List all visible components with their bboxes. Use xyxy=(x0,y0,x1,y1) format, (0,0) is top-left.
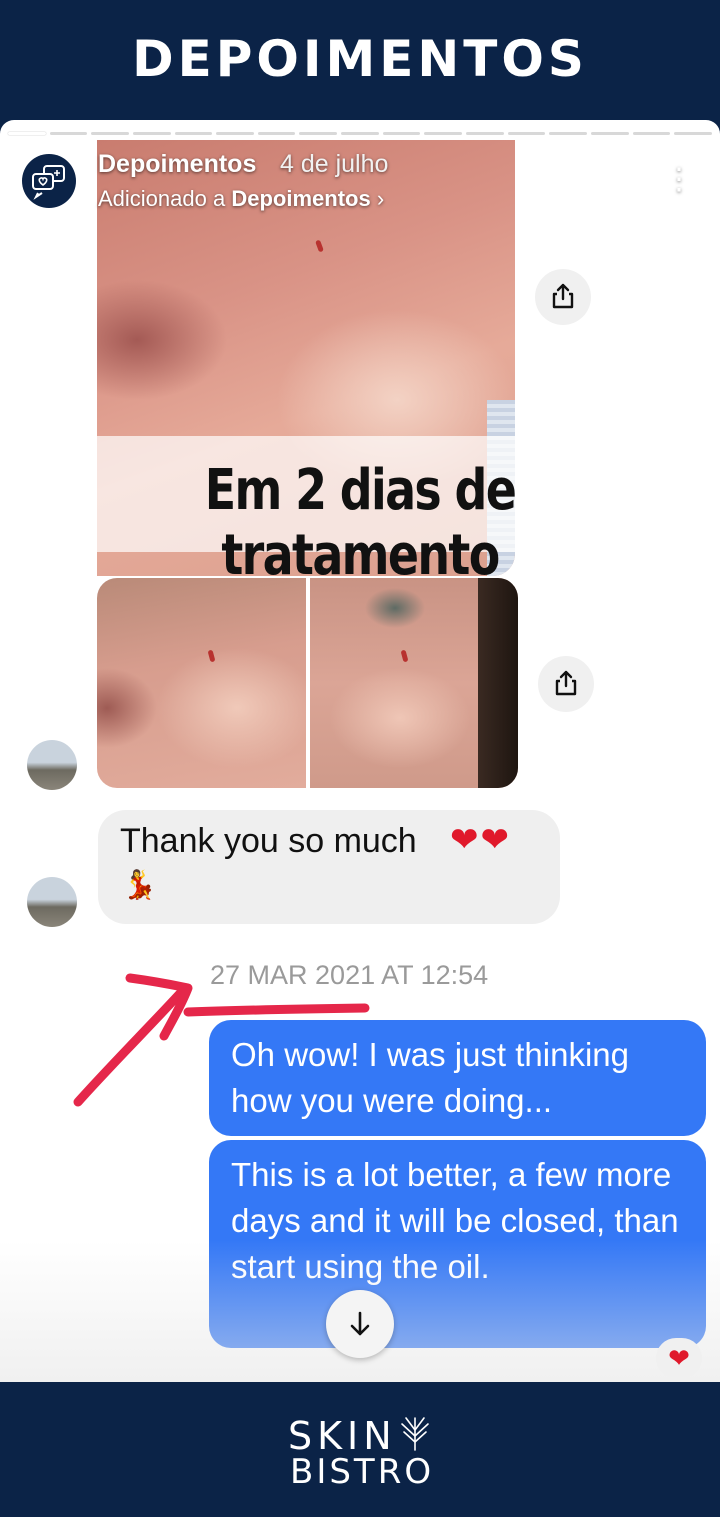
progress-segment xyxy=(8,132,46,135)
sender-avatar[interactable] xyxy=(27,877,77,927)
scroll-down-button[interactable] xyxy=(326,1290,394,1358)
dancer-emoji: 💃 xyxy=(122,869,157,900)
chat-photo-before[interactable] xyxy=(97,578,306,788)
brand-line2: BISTRO xyxy=(290,1452,435,1492)
share-icon xyxy=(552,283,574,309)
progress-segment xyxy=(632,132,671,135)
progress-segment xyxy=(549,132,587,135)
more-vertical-icon[interactable]: ⋮ xyxy=(664,160,694,200)
heart-icon: ❤ xyxy=(656,1338,702,1378)
added-target: Depoimentos xyxy=(231,186,371,211)
story-avatar[interactable] xyxy=(22,154,76,208)
added-prefix: Adicionado a xyxy=(98,186,226,211)
wound-mark xyxy=(207,649,216,663)
progress-segment xyxy=(257,132,296,135)
incoming-message-text: Thank you so much xyxy=(120,822,417,860)
share-button[interactable] xyxy=(535,269,591,325)
progress-segment xyxy=(216,132,254,135)
chat-hearts-logo-icon xyxy=(32,165,65,200)
story-username[interactable]: Depoimentos xyxy=(98,150,256,179)
progress-segment xyxy=(424,132,463,135)
share-button[interactable] xyxy=(538,656,594,712)
story-viewer: Depoimentos 4 de julho Adicionado a Depo… xyxy=(0,120,720,1382)
outgoing-message-bubble[interactable]: Oh wow! I was just thinking how you were… xyxy=(209,1020,706,1136)
progress-segment xyxy=(49,132,88,135)
progress-segment xyxy=(299,132,338,135)
progress-segment xyxy=(174,132,213,135)
story-added-to-highlight[interactable]: Adicionado a Depoimentos › xyxy=(98,186,384,212)
progress-segment xyxy=(91,132,129,135)
progress-segment xyxy=(466,132,504,135)
progress-segment xyxy=(132,132,171,135)
heart-icon: ❤❤ xyxy=(450,821,511,859)
progress-segment xyxy=(674,132,712,135)
photo-hair xyxy=(478,578,518,788)
top-banner: DEPOIMENTOS xyxy=(0,0,720,120)
wound-mark xyxy=(315,239,324,253)
progress-segment xyxy=(507,132,546,135)
progress-segment xyxy=(382,132,421,135)
chat-photo-after[interactable] xyxy=(310,578,518,788)
progress-segment xyxy=(590,132,629,135)
story-overlay-text: Em 2 dias de tratamento xyxy=(204,458,517,588)
sender-avatar[interactable] xyxy=(27,740,77,790)
story-date: 4 de julho xyxy=(280,150,389,178)
arrow-down-icon xyxy=(350,1311,370,1336)
wound-mark xyxy=(400,649,409,663)
outgoing-message-bubble[interactable]: This is a lot better, a few more days an… xyxy=(209,1140,706,1348)
banner-title: DEPOIMENTOS xyxy=(132,30,588,88)
progress-segment xyxy=(341,132,379,135)
chevron-right-icon: › xyxy=(376,186,385,211)
share-icon xyxy=(555,670,577,696)
story-progress-bar xyxy=(8,132,712,135)
brand-mark-icon xyxy=(401,1417,429,1451)
